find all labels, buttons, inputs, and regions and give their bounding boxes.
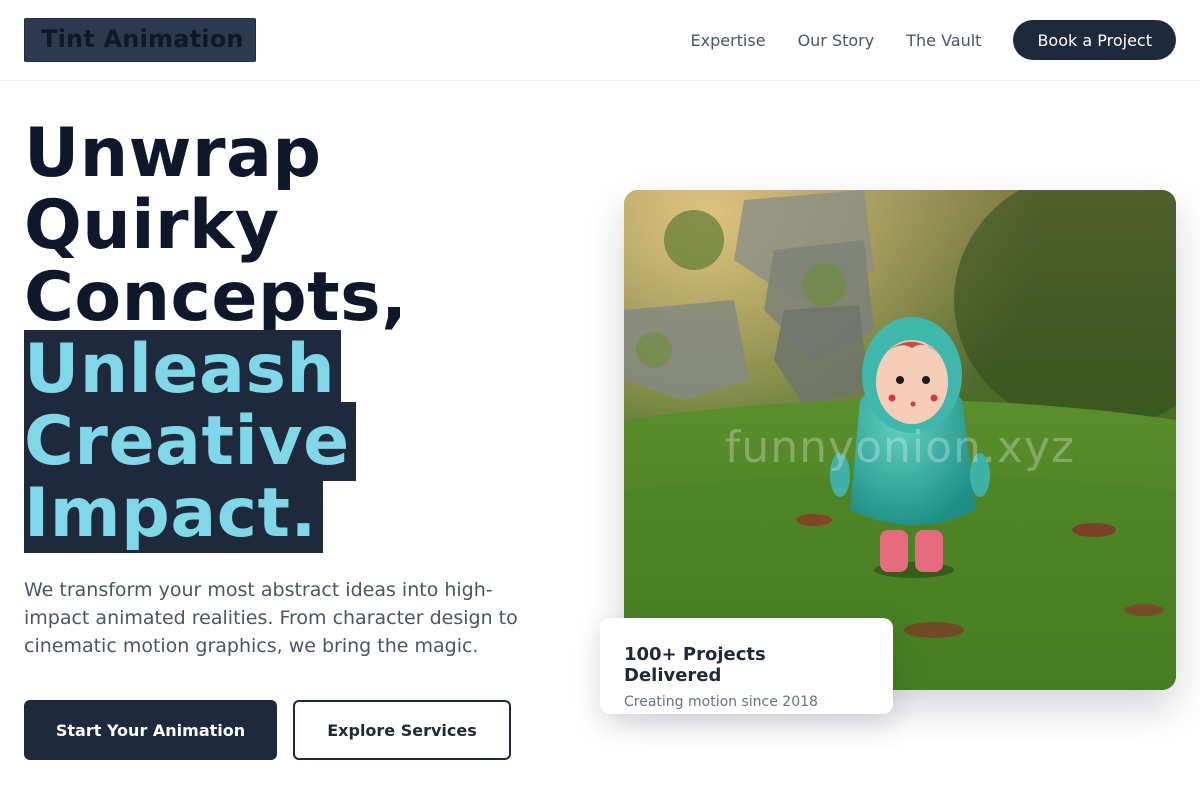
hero-image: funnyonion.xyz [624, 190, 1176, 690]
stat-card: 100+ Projects Delivered Creating motion … [600, 618, 893, 714]
hero-title-line: Concepts, [24, 258, 408, 337]
hero-description: We transform your most abstract ideas in… [24, 579, 518, 657]
watermark: funnyonion.xyz [724, 422, 1076, 473]
explore-services-button[interactable]: Explore Services [293, 700, 511, 760]
navbar: Tint Animation Expertise Our Story The V… [0, 0, 1200, 81]
nav-link-expertise[interactable]: Expertise [691, 31, 766, 50]
nav-link-the-vault[interactable]: The Vault [906, 31, 981, 50]
hero-title-line: Unwrap [24, 114, 322, 193]
stat-card-subtitle: Creating motion since 2018 [624, 694, 818, 710]
start-animation-button[interactable]: Start Your Animation [24, 700, 277, 760]
hero-highlight-line: Unleash [24, 330, 342, 409]
hero-highlight-line: Creative [24, 402, 356, 481]
hero-highlight-line: Impact. [24, 474, 323, 553]
hero-title-line: Quirky [24, 186, 280, 265]
book-project-button[interactable]: Book a Project [1013, 20, 1176, 60]
nav-link-our-story[interactable]: Our Story [798, 31, 875, 50]
logo-text: Tint Animation [41, 25, 244, 53]
nav-links: Expertise Our Story The Vault Book a Pro… [691, 20, 1176, 60]
hero-title: Unwrap Quirky Concepts, Unleash Creative… [24, 114, 584, 553]
logo[interactable]: Tint Animation [24, 18, 256, 62]
stat-card-title: 100+ Projects Delivered [624, 644, 766, 686]
